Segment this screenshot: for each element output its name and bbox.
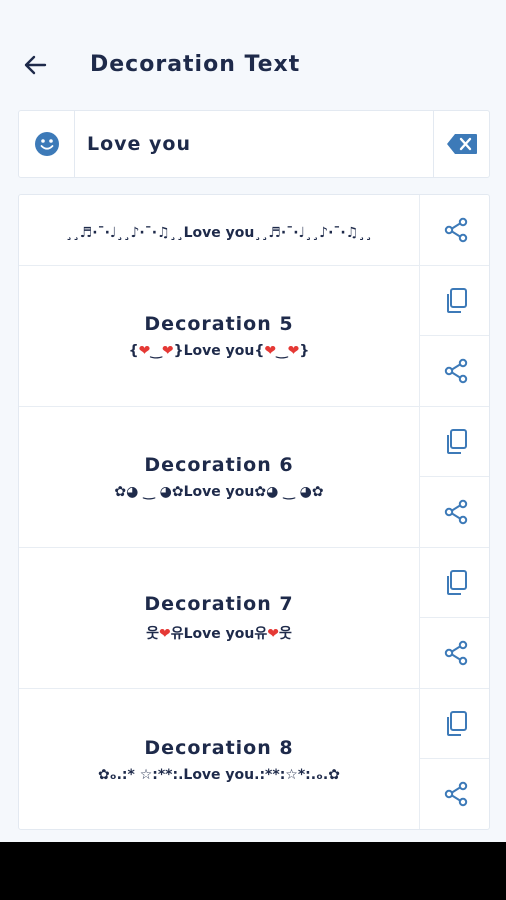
copy-button[interactable] [420,689,489,759]
share-icon [444,781,467,807]
share-icon [444,499,467,525]
copy-button[interactable] [420,407,489,477]
text-input-bar: Love you [18,110,490,178]
copy-button[interactable] [420,266,489,336]
system-navigation-bar [0,842,506,900]
page-title: Decoration Text [90,52,301,77]
share-icon [444,640,467,666]
share-button[interactable] [420,759,489,829]
list-item: Decoration 7 웃❤유Love you유❤웃 [19,548,489,689]
decoration-name: Decoration 5 [144,313,294,335]
decoration-list: ¸¸♬·¯·♩¸¸♪·¯·♫¸¸Love you¸¸♬·¯·♩¸¸♪·¯·♫¸¸… [18,194,490,830]
decoration-card[interactable]: Decoration 6 ✿◕ ‿ ◕✿Love you✿◕ ‿ ◕✿ [19,407,420,547]
decoration-name: Decoration 6 [144,454,294,476]
emoji-button[interactable] [19,111,75,177]
list-item: Decoration 6 ✿◕ ‿ ◕✿Love you✿◕ ‿ ◕✿ [19,407,489,548]
decoration-text: {❤‿❤}Love you{❤‿❤} [128,343,310,359]
decoration-text: 웃❤유Love you유❤웃 [146,626,292,642]
copy-icon [446,710,467,736]
decoration-name: Decoration 7 [144,593,294,615]
list-item: Decoration 8 ✿ₒ.:* ☆:**:.Love you.:**:☆*… [19,689,489,829]
decoration-text: ✿ₒ.:* ☆:**:.Love you.:**:☆*:.ₒ.✿ [98,766,340,783]
decoration-card[interactable]: Decoration 7 웃❤유Love you유❤웃 [19,548,420,688]
decoration-card[interactable]: ¸¸♬·¯·♩¸¸♪·¯·♫¸¸Love you¸¸♬·¯·♩¸¸♪·¯·♫¸¸ [19,195,420,265]
share-icon [444,358,467,384]
decoration-card[interactable]: Decoration 5 {❤‿❤}Love you{❤‿❤} [19,266,420,406]
smiley-icon [34,132,59,156]
decoration-text: ✿◕ ‿ ◕✿Love you✿◕ ‿ ◕✿ [114,484,324,500]
share-icon [444,217,467,243]
app-header: Decoration Text [0,0,506,108]
copy-icon [446,428,467,454]
copy-button[interactable] [420,548,489,618]
share-button[interactable] [420,195,489,265]
share-button[interactable] [420,336,489,406]
share-button[interactable] [420,477,489,547]
text-input[interactable]: Love you [75,111,433,177]
clear-button[interactable] [433,111,489,177]
decoration-text: ¸¸♬·¯·♩¸¸♪·¯·♫¸¸Love you¸¸♬·¯·♩¸¸♪·¯·♫¸¸ [65,225,373,241]
decoration-name: Decoration 8 [144,736,294,759]
back-button[interactable] [18,50,52,80]
copy-icon [446,287,467,313]
decoration-card[interactable]: Decoration 8 ✿ₒ.:* ☆:**:.Love you.:**:☆*… [19,689,420,829]
copy-icon [446,569,467,595]
share-button[interactable] [420,618,489,688]
list-item: Decoration 5 {❤‿❤}Love you{❤‿❤} [19,266,489,407]
list-item: ¸¸♬·¯·♩¸¸♪·¯·♫¸¸Love you¸¸♬·¯·♩¸¸♪·¯·♫¸¸ [19,195,489,266]
arrow-left-icon [24,55,47,75]
backspace-icon [446,134,477,154]
